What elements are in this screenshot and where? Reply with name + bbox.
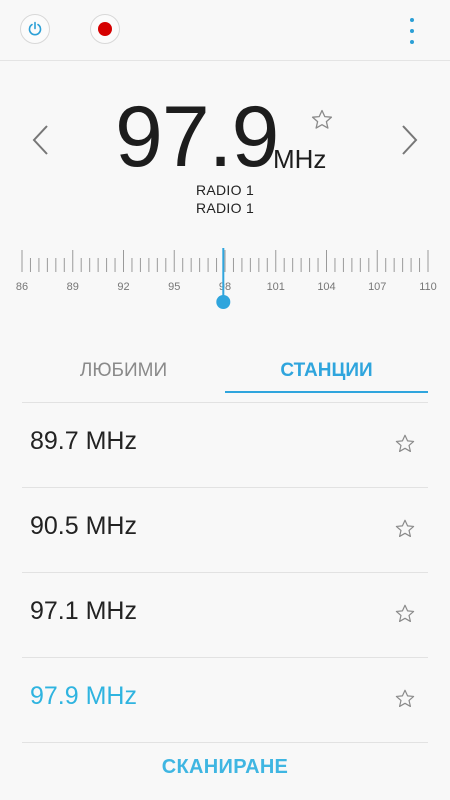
star-outline-icon (311, 109, 333, 129)
station-list: 89.7 MHz 90.5 MHz 97.1 MHz 97.9 MHz (22, 403, 428, 743)
tuner-scale[interactable]: 86 89 92 95 98 101 104 107 110 (0, 244, 450, 314)
current-frequency: 97.9 (115, 89, 279, 185)
tuner-tick-label: 98 (219, 281, 231, 293)
more-vert-icon (410, 18, 414, 22)
more-options-button[interactable] (402, 18, 422, 44)
tuner-tick-label: 89 (67, 281, 79, 293)
tuner-tick-label: 101 (267, 281, 285, 293)
tuner-handle[interactable] (216, 295, 231, 309)
tuner-dial[interactable]: 86 89 92 95 98 101 104 107 110 (0, 244, 450, 314)
station-frequency: 97.9 MHz (30, 682, 137, 710)
next-station-button[interactable] (394, 120, 424, 160)
station-frequency: 89.7 MHz (30, 427, 137, 455)
station-row[interactable]: 90.5 MHz (22, 488, 428, 573)
tab-stations[interactable]: СТАНЦИИ (225, 356, 428, 392)
tab-selected-indicator (225, 391, 428, 393)
tuner-tick-label: 92 (117, 281, 129, 293)
station-row[interactable]: 89.7 MHz (22, 403, 428, 488)
tuner-tick-label: 107 (368, 281, 386, 293)
star-outline-icon (395, 434, 415, 453)
star-outline-icon (395, 689, 415, 708)
record-icon (98, 22, 112, 36)
star-outline-icon (395, 604, 415, 623)
station-row-active[interactable]: 97.9 MHz (22, 658, 428, 743)
station-frequency: 97.1 MHz (30, 597, 137, 625)
power-icon (28, 21, 42, 36)
top-bar (0, 0, 450, 61)
chevron-right-icon (402, 125, 418, 155)
station-favorite-button[interactable] (394, 518, 416, 540)
tuner-tick-label: 110 (419, 281, 437, 293)
record-button[interactable] (90, 14, 120, 44)
scan-button[interactable]: СКАНИРАНЕ (0, 756, 450, 779)
tab-favorites[interactable]: ЛЮБИМИ (22, 356, 225, 392)
station-name-line-1: RADIO 1 (195, 182, 255, 198)
tab-bar: ЛЮБИМИ СТАНЦИИ (22, 356, 428, 394)
tuner-tick-label: 86 (16, 281, 28, 293)
tuner-tick-label: 95 (168, 281, 180, 293)
power-button[interactable] (20, 14, 50, 44)
star-outline-icon (395, 519, 415, 538)
station-name-line-2: RADIO 1 (195, 200, 255, 216)
station-favorite-button[interactable] (394, 433, 416, 455)
station-favorite-button[interactable] (394, 688, 416, 710)
station-row[interactable]: 97.1 MHz (22, 573, 428, 658)
favorite-toggle-button[interactable] (310, 108, 334, 132)
chevron-left-icon (32, 125, 48, 155)
station-frequency: 90.5 MHz (30, 512, 137, 540)
previous-station-button[interactable] (26, 120, 56, 160)
tuner-tick-label: 104 (317, 281, 335, 293)
frequency-unit: MHz (273, 144, 327, 174)
station-favorite-button[interactable] (394, 603, 416, 625)
